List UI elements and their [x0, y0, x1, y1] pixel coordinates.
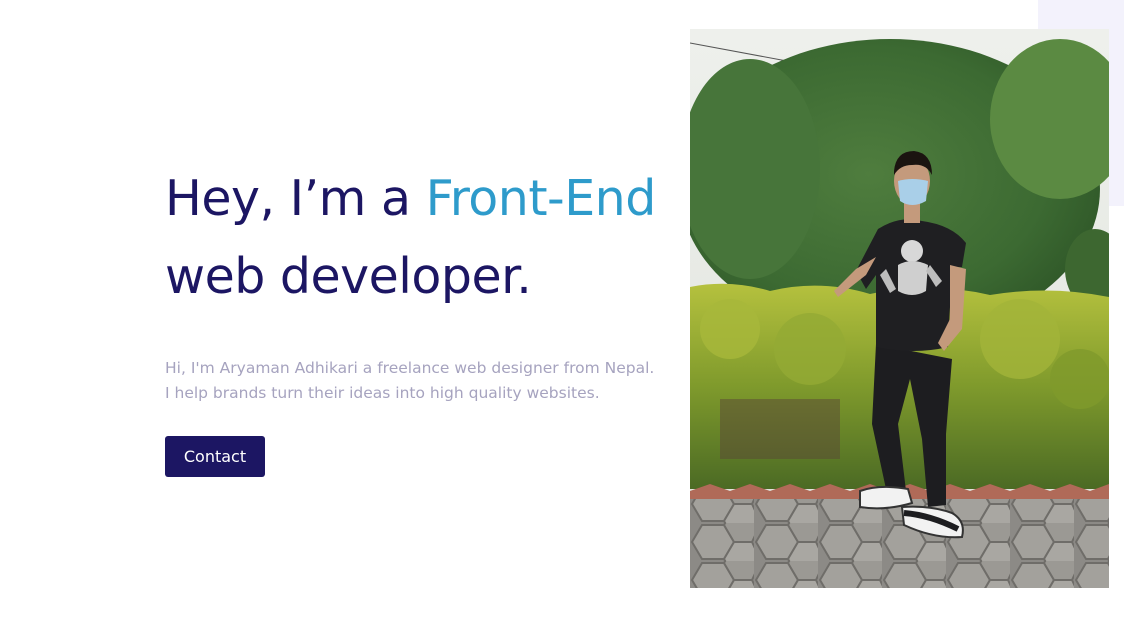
- hero-page: Hey, I’m a Front-End web developer. Hi, …: [0, 0, 1124, 632]
- hero-text-block: Hey, I’m a Front-End web developer. Hi, …: [165, 160, 685, 477]
- hero-headline: Hey, I’m a Front-End web developer.: [165, 160, 685, 316]
- headline-prefix: Hey, I’m a: [165, 170, 426, 227]
- hero-intro: Hi, I'm Aryaman Adhikari a freelance web…: [165, 356, 685, 406]
- portrait-photo: [690, 29, 1109, 588]
- headline-accent: Front-End: [425, 170, 657, 227]
- intro-line1: Hi, I'm Aryaman Adhikari a freelance web…: [165, 359, 655, 377]
- headline-line2: web developer.: [165, 248, 532, 305]
- intro-line2: I help brands turn their ideas into high…: [165, 384, 600, 402]
- contact-button[interactable]: Contact: [165, 436, 265, 477]
